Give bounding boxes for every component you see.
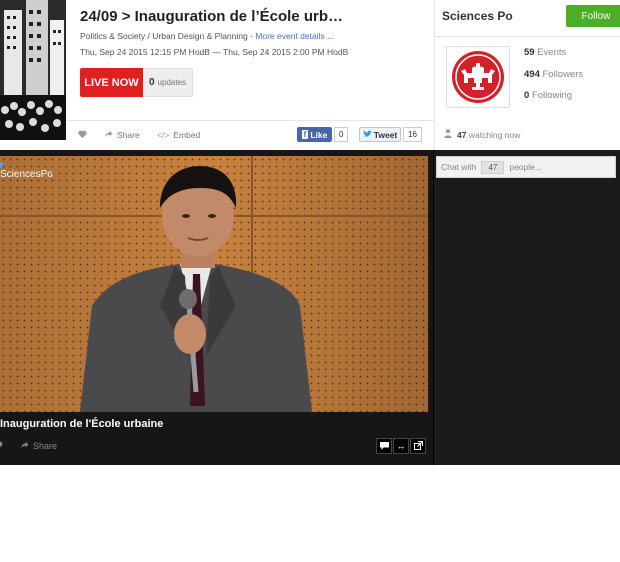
updates-count: 0	[148, 77, 155, 88]
like-heart-button[interactable]	[78, 130, 87, 140]
organizer-logo[interactable]	[446, 46, 510, 108]
tweet-button[interactable]: Tweet	[359, 127, 401, 142]
event-categories: Politics & Society / Urban Design & Plan…	[80, 31, 334, 41]
followers-stat[interactable]: 494 Followers	[524, 69, 583, 91]
video-player[interactable]: SciencesPo	[0, 156, 428, 562]
code-icon: </>	[157, 130, 170, 140]
updates-label: updates	[157, 78, 187, 87]
category-path[interactable]: Politics & Society / Urban Design & Plan…	[80, 31, 253, 41]
chat-prefix: Chat with	[441, 162, 477, 172]
sciencespo-watermark: SciencesPo	[0, 169, 53, 180]
divider	[435, 36, 620, 37]
live-now-button[interactable]: LIVE NOW	[80, 68, 143, 97]
following-stat[interactable]: 0 Following	[524, 90, 583, 112]
heart-icon	[78, 130, 87, 140]
expand-width-button[interactable]: ↔	[393, 438, 409, 454]
external-link-icon	[413, 437, 423, 455]
follow-button[interactable]: Follow	[566, 5, 620, 27]
player-title: Inauguration de l'École urbaine	[0, 418, 164, 430]
more-event-details-link[interactable]: More event details ...	[255, 31, 334, 41]
share-button[interactable]: Share	[104, 130, 140, 140]
player-share-button[interactable]: Share	[20, 441, 57, 451]
event-title[interactable]: 24/09 > Inauguration de l’École urb…	[80, 8, 343, 25]
watching-label: watching now	[468, 129, 521, 140]
sciences-po-logo-icon	[452, 51, 504, 103]
tweet-label: Tweet	[373, 129, 398, 140]
chat-panel: Chat with 47 people...	[433, 150, 620, 465]
chat-suffix: people...	[509, 162, 542, 172]
organizer-stats: 59 Events 494 Followers 0 Following	[524, 47, 583, 112]
tweet-count: 16	[403, 127, 422, 142]
share-icon	[20, 441, 29, 451]
chat-bubble-icon	[379, 437, 389, 455]
player-share-label: Share	[33, 441, 58, 451]
like-count: 0	[334, 127, 349, 142]
watching-now: 47 watching now	[444, 129, 520, 140]
share-icon	[104, 130, 113, 140]
embed-label: Embed	[173, 130, 201, 140]
horizontal-arrows-icon: ↔	[396, 440, 406, 451]
chat-people-count: 47	[481, 160, 505, 174]
updates-counter[interactable]: 0 updates	[143, 68, 193, 97]
facebook-icon: f	[301, 130, 309, 139]
embed-button[interactable]: </> Embed	[157, 130, 200, 140]
twitter-bird-icon	[362, 130, 372, 140]
player-stage: SciencesPo Inauguration de l'École urbai…	[0, 150, 620, 465]
like-label: Like	[310, 129, 328, 140]
person-icon	[444, 129, 452, 140]
share-label: Share	[117, 130, 140, 140]
events-stat[interactable]: 59 Events	[524, 47, 583, 69]
popout-button[interactable]	[410, 438, 426, 454]
organizer-name[interactable]: Sciences Po	[442, 9, 513, 23]
watching-count: 47	[457, 129, 467, 140]
event-action-bar: Share </> Embed f Like 0 Tweet 16	[66, 120, 434, 148]
chat-toggle-button[interactable]	[376, 438, 392, 454]
event-thumbnail[interactable]	[0, 0, 66, 140]
facebook-like-button[interactable]: f Like	[297, 127, 332, 142]
heart-icon[interactable]	[0, 441, 4, 451]
organizer-panel: Sciences Po Follow 59 Events 494 Followe…	[434, 0, 620, 150]
chat-input[interactable]: Chat with 47 people...	[436, 156, 616, 178]
event-time: Thu, Sep 24 2015 12:15 PM HodB — Thu, Se…	[80, 47, 349, 57]
